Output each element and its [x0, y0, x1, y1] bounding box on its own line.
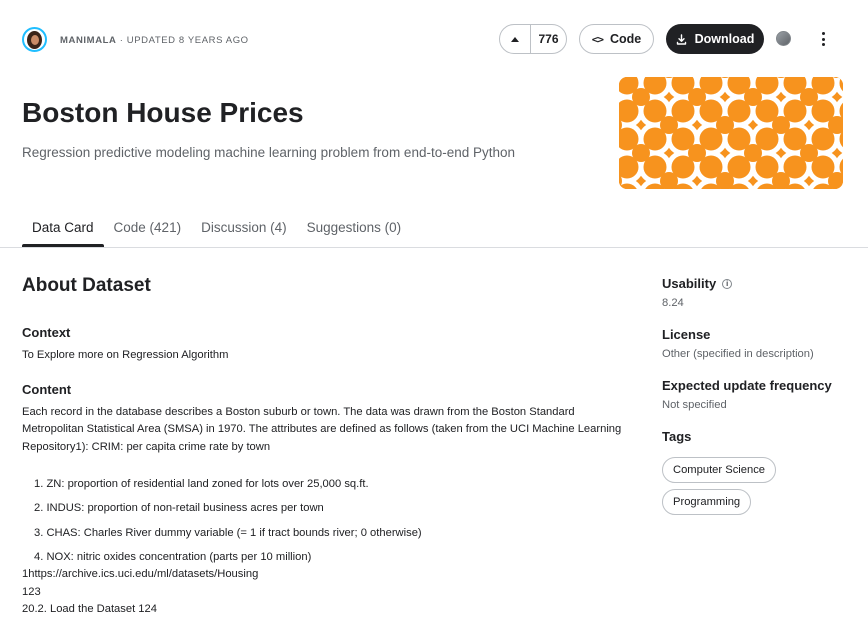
list-item: 3. CHAS: Charles River dummy variable (=… — [34, 526, 422, 539]
license-block: License Other (specified in description) — [662, 327, 862, 360]
update-frequency-block: Expected update frequency Not specified — [662, 378, 862, 411]
code-button-label: Code — [610, 32, 642, 46]
arrow-up-icon — [511, 36, 519, 42]
tag-chip-computer-science[interactable]: Computer Science — [662, 457, 777, 483]
tags-label: Tags — [662, 429, 692, 444]
update-frequency-label: Expected update frequency — [662, 378, 832, 393]
more-options-icon[interactable] — [815, 30, 831, 48]
tag-list: Computer Science Programming — [662, 457, 862, 521]
tab-code[interactable]: Code (421) — [104, 212, 192, 247]
tag-chip-programming[interactable]: Programming — [662, 489, 752, 515]
license-label: License — [662, 327, 711, 342]
download-button-label: Download — [694, 32, 755, 46]
tabs-divider — [0, 247, 868, 248]
top-bar: MANIMALA · UPDATED 8 YEARS AGO 776 <> Co… — [0, 0, 868, 78]
updated-text: · UPDATED 8 YEARS AGO — [116, 35, 249, 46]
list-item: 4. NOX: nitric oxides concentration (par… — [34, 550, 312, 563]
tab-bar: Data Card Code (421) Discussion (4) Sugg… — [22, 212, 411, 247]
author-avatar[interactable] — [22, 27, 47, 52]
upvote-control: 776 — [499, 24, 567, 54]
author-line: MANIMALA · UPDATED 8 YEARS AGO — [60, 35, 249, 46]
page-number-line: 123 — [22, 585, 41, 598]
metadata-sidebar: Usability i 8.24 License Other (specifie… — [662, 276, 862, 539]
license-value: Other (specified in description) — [662, 348, 814, 360]
load-dataset-line: 20.2. Load the Dataset 124 — [22, 603, 157, 616]
medal-icon[interactable] — [776, 31, 791, 46]
info-icon[interactable]: i — [722, 278, 733, 289]
update-frequency-value: Not specified — [662, 399, 727, 411]
avatar-face — [31, 35, 39, 45]
trailing-text: 1https://archive.ics.uci.edu/ml/datasets… — [22, 566, 622, 619]
content-text: Each record in the database describes a … — [22, 405, 622, 453]
about-heading: About Dataset — [22, 275, 151, 296]
content-heading: Content — [22, 381, 72, 397]
tab-suggestions[interactable]: Suggestions (0) — [297, 212, 412, 247]
upvote-button[interactable] — [500, 25, 530, 53]
quatrefoil-pattern — [619, 77, 843, 189]
usability-block: Usability i 8.24 — [662, 276, 862, 309]
about-dataset-section: About Dataset Context To Explore more on… — [22, 275, 622, 619]
list-item: 1. ZN: proportion of residential land zo… — [34, 478, 369, 491]
vote-count: 776 — [538, 32, 559, 46]
dataset-subtitle: Regression predictive modeling machine l… — [22, 145, 516, 160]
dataset-cover-image — [619, 77, 843, 189]
tags-block: Tags Computer Science Programming — [662, 429, 862, 521]
attribute-list: 1. ZN: proportion of residential land zo… — [22, 476, 622, 566]
code-button[interactable]: <> Code — [579, 24, 654, 54]
context-heading: Context — [22, 325, 71, 340]
usability-value: 8.24 — [662, 297, 684, 309]
list-item: 2. INDUS: proportion of non-retail busin… — [34, 502, 324, 515]
tab-discussion[interactable]: Discussion (4) — [191, 212, 297, 247]
context-text: To Explore more on Regression Algorithm — [22, 349, 229, 361]
author-name[interactable]: MANIMALA — [60, 35, 117, 46]
code-brackets-icon: <> — [591, 32, 604, 46]
dataset-title: Boston House Prices — [22, 97, 304, 128]
download-icon — [676, 33, 686, 45]
usability-label-text: Usability — [662, 276, 717, 291]
tab-data-card[interactable]: Data Card — [22, 212, 104, 247]
download-button[interactable]: Download — [666, 24, 764, 54]
source-url-line: 1https://archive.ics.uci.edu/ml/datasets… — [22, 568, 259, 581]
usability-label: Usability i — [662, 276, 862, 291]
